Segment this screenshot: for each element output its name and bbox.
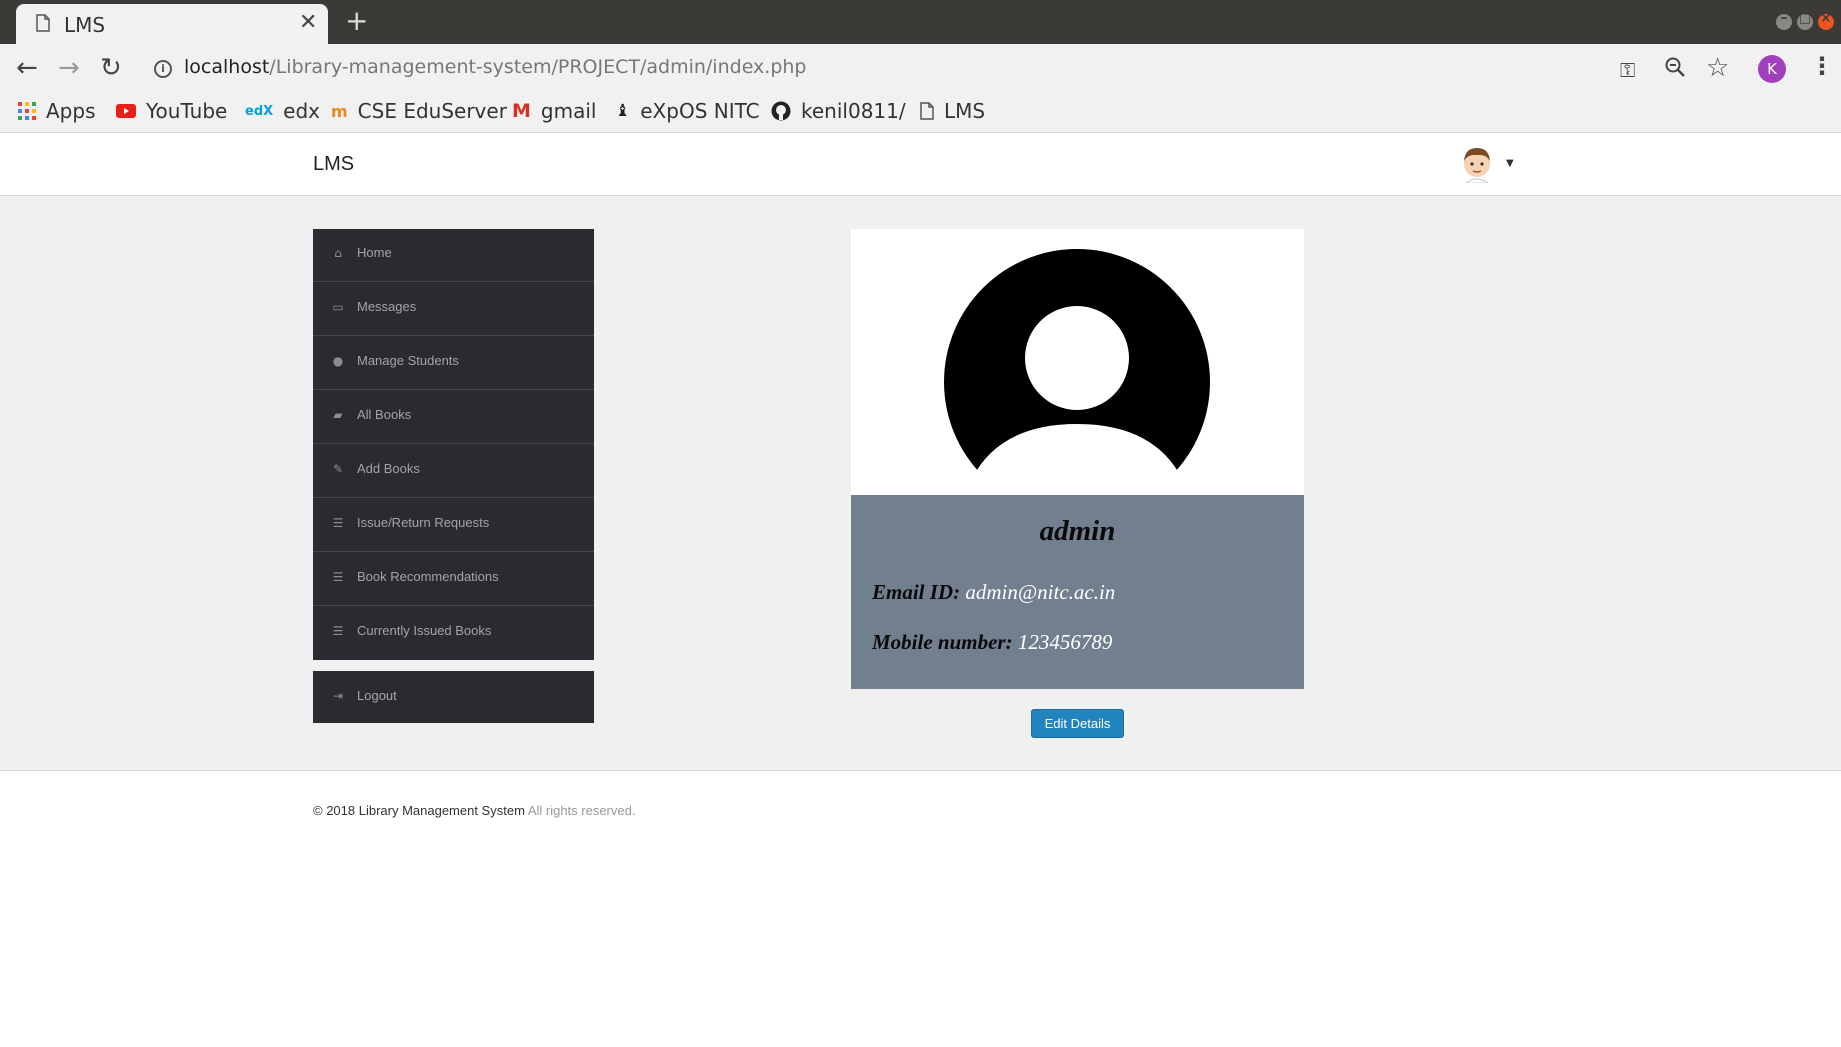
mobile-value: 123456789: [1017, 630, 1113, 654]
site-footer: © 2018 Library Management System All rig…: [0, 770, 1841, 1047]
sidebar-item-label: Messages: [357, 299, 417, 314]
bookmark-apps[interactable]: Apps: [18, 97, 96, 125]
bookmark-label: CSE EduServer: [357, 99, 507, 123]
url-path: /Library-management-system/PROJECT/admin…: [269, 56, 807, 78]
sidebar-item-label: Add Books: [357, 461, 420, 476]
eduserver-icon: m: [331, 101, 348, 121]
sidebar-item-add-books[interactable]: ✎ Add Books: [313, 445, 594, 498]
profile-image-area: [851, 229, 1304, 495]
bookmark-edx[interactable]: edX edx: [245, 97, 320, 125]
list-alt-icon: ☰: [332, 516, 344, 530]
url-host: localhost: [184, 56, 270, 78]
profile-info-panel: admin Email ID: admin@nitc.ac.in Mobile …: [851, 495, 1304, 689]
footer-copyright: © 2018 Library Management System: [313, 803, 525, 818]
file-icon: [36, 14, 50, 32]
email-label: Email ID:: [872, 580, 961, 604]
bookmark-cse-eduserver[interactable]: m CSE EduServer: [331, 97, 507, 125]
back-arrow-icon[interactable]: ←: [16, 55, 38, 81]
youtube-icon: [116, 104, 136, 118]
bookmark-label: LMS: [944, 99, 986, 123]
book-icon: ▰: [333, 408, 343, 422]
sidebar-item-issue-return-requests[interactable]: ☰ Issue/Return Requests: [313, 499, 594, 552]
sign-out-icon: ⇥: [332, 689, 344, 703]
sidebar-item-book-recommendations[interactable]: ☰ Book Recommendations: [313, 553, 594, 606]
gmail-icon: M: [512, 100, 531, 122]
expos-icon: ♝: [615, 101, 631, 121]
sidebar-item-all-books[interactable]: ▰ All Books: [313, 391, 594, 444]
list-icon: ☰: [332, 570, 344, 584]
browser-tab[interactable]: LMS ✕: [16, 4, 328, 44]
site-header: LMS ▼: [0, 133, 1841, 196]
brand-logo[interactable]: LMS: [313, 153, 354, 176]
bookmark-gmail[interactable]: M gmail: [512, 97, 596, 125]
browser-toolbar: ← → ↻ i localhost/Library-management-sys…: [0, 44, 1841, 94]
sidebar-item-messages[interactable]: ▭ Messages: [313, 283, 594, 336]
browser-menu-icon[interactable]: ⋮: [1810, 52, 1834, 80]
user-silhouette-icon: [941, 249, 1213, 479]
sidebar-item-manage-students[interactable]: ● Manage Students: [313, 337, 594, 390]
file-icon: [920, 102, 934, 120]
tab-title: LMS: [64, 13, 106, 37]
email-value: admin@nitc.ac.in: [965, 580, 1116, 604]
sidebar-item-label: Manage Students: [357, 353, 459, 368]
apps-grid-icon: [18, 102, 36, 120]
profile-card: admin Email ID: admin@nitc.ac.in Mobile …: [851, 229, 1304, 689]
edx-icon: edX: [245, 103, 274, 119]
main-content: ⌂ Home ▭ Messages ● Manage Students ▰ Al…: [0, 196, 1841, 770]
sidebar-item-label: Currently Issued Books: [357, 623, 492, 638]
mobile-label: Mobile number:: [872, 630, 1013, 654]
bookmark-star-icon[interactable]: ☆: [1706, 53, 1729, 83]
window-minimize-button[interactable]: –: [1776, 11, 1792, 30]
window-close-button[interactable]: ×: [1818, 11, 1834, 30]
sidebar-item-label: All Books: [357, 407, 412, 422]
sidebar-item-home[interactable]: ⌂ Home: [313, 229, 594, 282]
logout-button[interactable]: ⇥ Logout: [313, 671, 594, 723]
github-icon: [771, 101, 791, 121]
list-icon: ☰: [332, 624, 344, 638]
user-icon: ●: [332, 354, 344, 368]
sidebar-item-label: Home: [357, 245, 392, 260]
key-icon[interactable]: ⚿: [1620, 58, 1635, 82]
edit-icon: ✎: [332, 462, 344, 476]
browser-profile-avatar[interactable]: K: [1758, 55, 1786, 83]
inbox-icon: ▭: [332, 300, 344, 314]
address-bar[interactable]: localhost/Library-management-system/PROJ…: [184, 56, 807, 78]
close-icon[interactable]: ✕: [299, 10, 317, 35]
window-maximize-button[interactable]: □: [1797, 11, 1813, 30]
bookmark-label: kenil0811/: [801, 99, 906, 123]
bookmark-youtube[interactable]: YouTube: [116, 97, 227, 125]
mobile-row: Mobile number: 123456789: [872, 630, 1112, 655]
bookmark-lms[interactable]: LMS: [920, 97, 985, 125]
home-icon: ⌂: [334, 246, 342, 260]
sidebar-item-label: Book Recommendations: [357, 569, 499, 584]
profile-name: admin: [1039, 515, 1116, 547]
bookmark-label: eXpOS NITC: [640, 99, 760, 123]
bookmark-expos[interactable]: ♝ eXpOS NITC: [615, 97, 760, 125]
edit-details-button[interactable]: Edit Details: [1031, 709, 1124, 738]
email-row: Email ID: admin@nitc.ac.in: [872, 580, 1115, 605]
reload-icon[interactable]: ↻: [100, 55, 122, 81]
sidebar-menu: ⌂ Home ▭ Messages ● Manage Students ▰ Al…: [313, 229, 594, 660]
zoom-icon[interactable]: [1664, 56, 1686, 78]
browser-tab-bar: LMS ✕ + – □ ×: [0, 0, 1841, 44]
bookmarks-bar: Apps YouTube edX edx m CSE EduServer M g…: [0, 94, 1841, 133]
new-tab-button[interactable]: +: [345, 7, 368, 35]
sidebar-item-label: Issue/Return Requests: [357, 515, 490, 530]
footer-rights: All rights reserved.: [527, 803, 636, 818]
bookmark-label: Apps: [46, 99, 96, 123]
bookmark-label: gmail: [540, 99, 597, 123]
bookmark-label: YouTube: [146, 99, 228, 123]
sidebar-item-currently-issued-books[interactable]: ☰ Currently Issued Books: [313, 607, 594, 660]
footer-text: © 2018 Library Management System All rig…: [313, 803, 635, 818]
logout-label: Logout: [357, 688, 397, 703]
dropdown-caret-icon[interactable]: ▼: [1506, 158, 1514, 169]
bookmark-github[interactable]: kenil0811/: [771, 97, 906, 125]
info-icon[interactable]: i: [154, 60, 172, 78]
bookmark-label: edx: [283, 99, 320, 123]
forward-arrow-icon[interactable]: →: [58, 55, 80, 81]
user-avatar[interactable]: [1460, 145, 1494, 183]
